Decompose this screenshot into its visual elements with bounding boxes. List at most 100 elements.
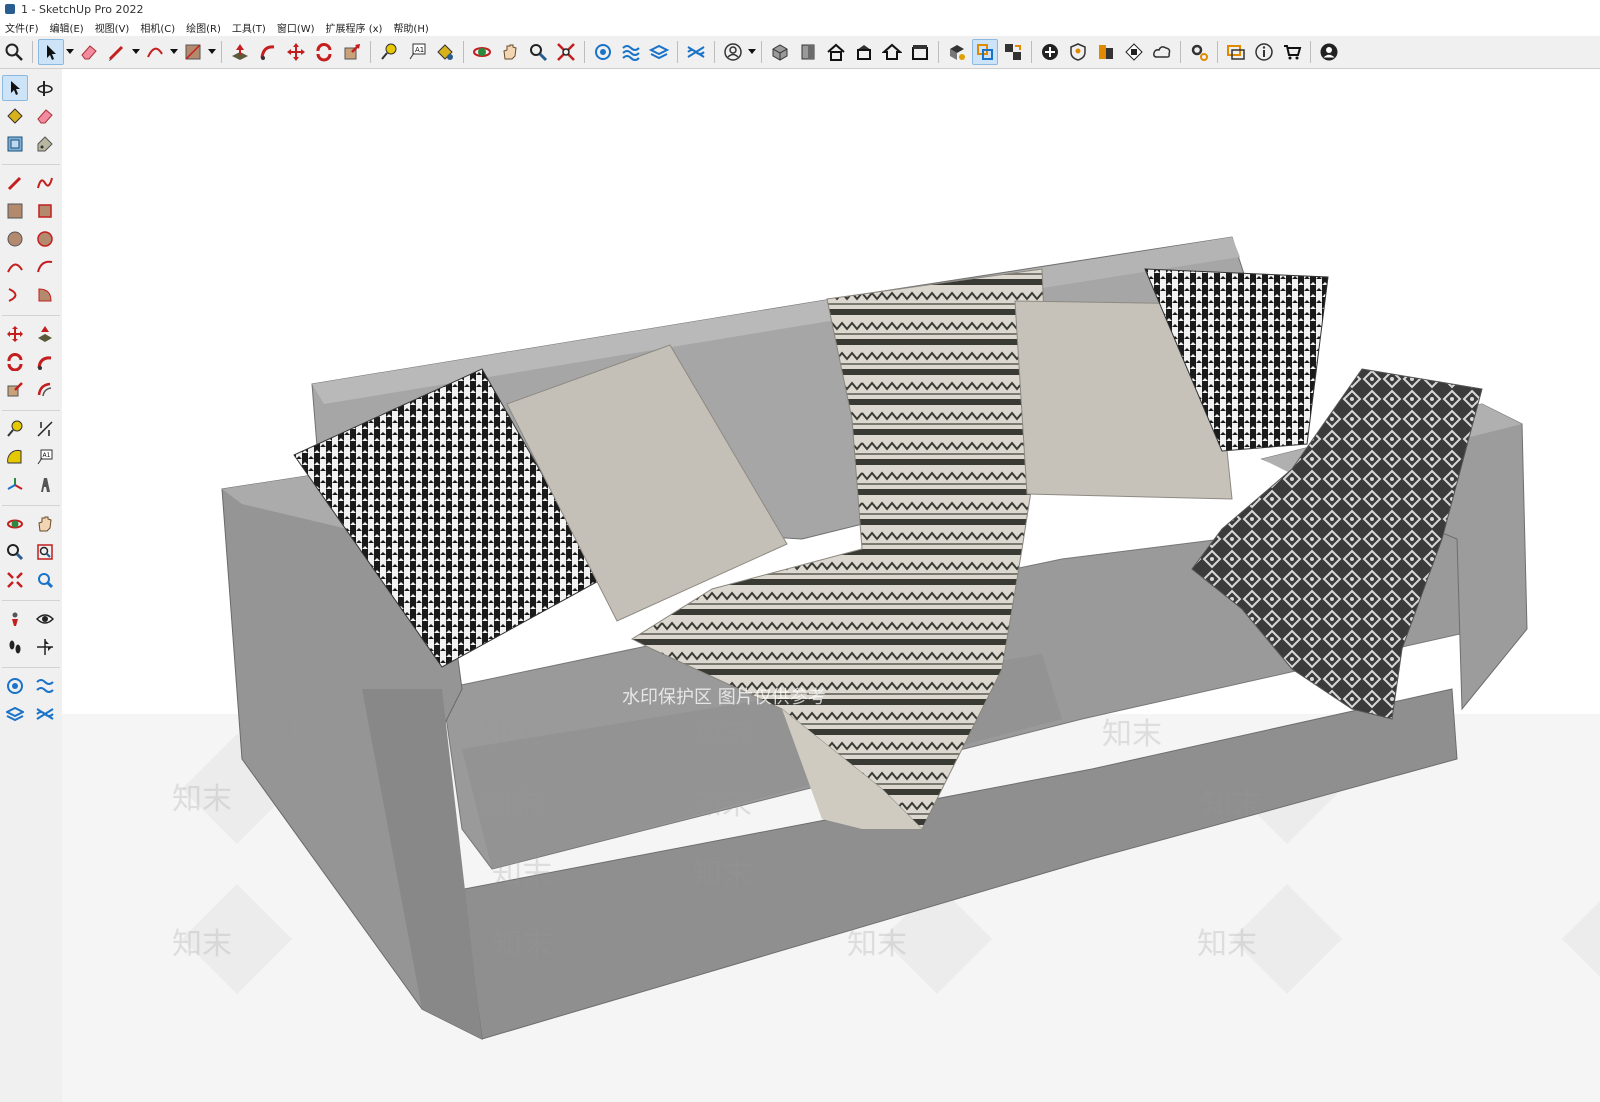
move-icon[interactable] bbox=[283, 39, 309, 65]
zoom-window-icon[interactable] bbox=[32, 539, 58, 565]
home-icon[interactable] bbox=[823, 39, 849, 65]
select-group-icon[interactable] bbox=[972, 39, 998, 65]
section-plane-icon[interactable] bbox=[32, 634, 58, 660]
arc-icon[interactable] bbox=[2, 254, 28, 280]
chevron-down-icon[interactable] bbox=[169, 39, 179, 65]
3d-text-icon[interactable] bbox=[32, 472, 58, 498]
rectangle-icon[interactable] bbox=[2, 198, 28, 224]
protractor-icon[interactable] bbox=[2, 444, 28, 470]
pencil-icon[interactable] bbox=[2, 170, 28, 196]
chevron-down-icon[interactable] bbox=[131, 39, 141, 65]
zoom-extents-tool-icon[interactable] bbox=[2, 567, 28, 593]
top-view-icon[interactable] bbox=[851, 39, 877, 65]
pan-icon[interactable] bbox=[497, 39, 523, 65]
dimension-icon[interactable] bbox=[32, 416, 58, 442]
text-icon[interactable]: A1 bbox=[404, 39, 430, 65]
model-viewport[interactable]: 知末 知末 知末 知末 知末 知末 知末 知末 知末 知末 知末 知末 知末 知… bbox=[62, 69, 1600, 1102]
scale-icon[interactable] bbox=[2, 377, 28, 403]
search-icon[interactable] bbox=[1, 39, 27, 65]
select-icon[interactable] bbox=[2, 75, 28, 101]
transfer-icon[interactable] bbox=[1000, 39, 1026, 65]
paint-bucket-icon[interactable] bbox=[2, 103, 28, 129]
zoom-tool-icon[interactable] bbox=[2, 539, 28, 565]
component-icon[interactable] bbox=[2, 131, 28, 157]
follow-me-icon[interactable] bbox=[32, 349, 58, 375]
pie-icon[interactable] bbox=[32, 282, 58, 308]
position-camera-icon[interactable] bbox=[2, 606, 28, 632]
select-icon[interactable] bbox=[38, 39, 64, 65]
checker-icon[interactable] bbox=[1121, 39, 1147, 65]
freehand-icon[interactable] bbox=[32, 170, 58, 196]
arc-icon[interactable] bbox=[142, 39, 168, 65]
menu-draw[interactable]: 绘图(R) bbox=[186, 20, 221, 35]
three-point-arc-icon[interactable] bbox=[2, 282, 28, 308]
scale-icon[interactable] bbox=[339, 39, 365, 65]
previous-view-icon[interactable] bbox=[32, 567, 58, 593]
two-point-arc-icon[interactable] bbox=[32, 254, 58, 280]
styles-icon[interactable] bbox=[1093, 39, 1119, 65]
tag-icon[interactable] bbox=[32, 131, 58, 157]
settings-icon[interactable] bbox=[1186, 39, 1212, 65]
tape-measure-icon[interactable] bbox=[2, 416, 28, 442]
polygon-icon[interactable] bbox=[32, 226, 58, 252]
right-view-icon[interactable] bbox=[907, 39, 933, 65]
tape-measure-icon[interactable] bbox=[376, 39, 402, 65]
layers-icon[interactable] bbox=[646, 39, 672, 65]
menu-window[interactable]: 窗口(W) bbox=[277, 20, 315, 35]
orbit-tool-icon[interactable] bbox=[2, 511, 28, 537]
zoom-icon[interactable] bbox=[525, 39, 551, 65]
menu-edit[interactable]: 编辑(E) bbox=[50, 20, 84, 35]
rotate-icon[interactable] bbox=[311, 39, 337, 65]
offset-icon[interactable] bbox=[32, 377, 58, 403]
menu-extensions[interactable]: 扩展程序 (x) bbox=[326, 20, 383, 35]
push-pull-icon[interactable] bbox=[227, 39, 253, 65]
iso-view-icon[interactable] bbox=[767, 39, 793, 65]
menu-file[interactable]: 文件(F) bbox=[5, 20, 39, 35]
eraser-icon[interactable] bbox=[76, 39, 102, 65]
sandbox-smoove-icon[interactable] bbox=[32, 673, 58, 699]
eraser-icon[interactable] bbox=[32, 103, 58, 129]
look-around-icon[interactable] bbox=[32, 606, 58, 632]
rotated-rectangle-icon[interactable] bbox=[32, 198, 58, 224]
follow-me-icon[interactable] bbox=[255, 39, 281, 65]
solid-outer-icon[interactable] bbox=[2, 673, 28, 699]
menu-help[interactable]: 帮助(H) bbox=[393, 20, 428, 35]
menu-tools[interactable]: 工具(T) bbox=[232, 20, 266, 35]
pan-tool-icon[interactable] bbox=[32, 511, 58, 537]
account-icon[interactable] bbox=[1316, 39, 1342, 65]
house-icon[interactable] bbox=[879, 39, 905, 65]
walk-icon[interactable] bbox=[2, 634, 28, 660]
component-icon[interactable] bbox=[944, 39, 970, 65]
chat-icon[interactable] bbox=[1223, 39, 1249, 65]
menu-view[interactable]: 视图(V) bbox=[95, 20, 130, 35]
cart-icon[interactable] bbox=[1279, 39, 1305, 65]
front-view-icon[interactable] bbox=[795, 39, 821, 65]
orbit-icon[interactable] bbox=[32, 75, 58, 101]
circle-icon[interactable] bbox=[2, 226, 28, 252]
user-icon[interactable] bbox=[720, 39, 746, 65]
chevron-down-icon[interactable] bbox=[65, 39, 75, 65]
menu-camera[interactable]: 相机(C) bbox=[140, 20, 175, 35]
chevron-down-icon[interactable] bbox=[207, 39, 217, 65]
move-icon[interactable] bbox=[2, 321, 28, 347]
cloud-icon[interactable] bbox=[1149, 39, 1175, 65]
info-icon[interactable] bbox=[1251, 39, 1277, 65]
orbit-icon[interactable] bbox=[469, 39, 495, 65]
rectangle-icon[interactable] bbox=[180, 39, 206, 65]
shield-icon[interactable] bbox=[1065, 39, 1091, 65]
sofa-model[interactable] bbox=[62, 69, 1600, 1102]
sandbox-icon[interactable] bbox=[618, 39, 644, 65]
axes-icon[interactable] bbox=[2, 472, 28, 498]
text-icon[interactable]: A1 bbox=[32, 444, 58, 470]
sandbox-drape-icon[interactable] bbox=[32, 701, 58, 727]
pencil-icon[interactable] bbox=[104, 39, 130, 65]
warehouse-icon[interactable] bbox=[683, 39, 709, 65]
rotate-icon[interactable] bbox=[2, 349, 28, 375]
paint-bucket-icon[interactable] bbox=[432, 39, 458, 65]
sandbox-stamp-icon[interactable] bbox=[2, 701, 28, 727]
solid-tools-icon[interactable] bbox=[590, 39, 616, 65]
zoom-extents-icon[interactable] bbox=[553, 39, 579, 65]
add-icon[interactable] bbox=[1037, 39, 1063, 65]
push-pull-icon[interactable] bbox=[32, 321, 58, 347]
chevron-down-icon[interactable] bbox=[747, 39, 757, 65]
